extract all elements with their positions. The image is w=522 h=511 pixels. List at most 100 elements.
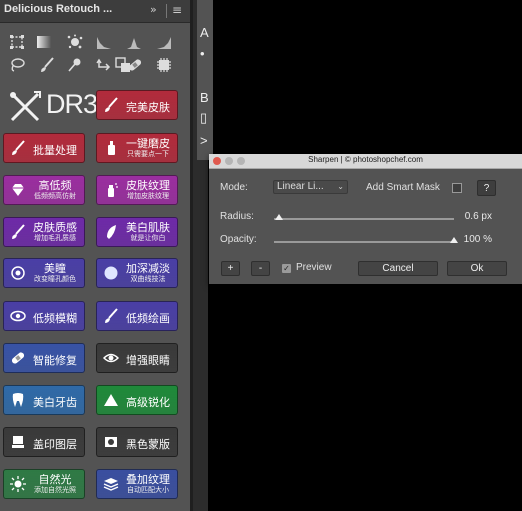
deepen-label: 加深减淡 双曲线技法: [122, 263, 177, 284]
mode-select[interactable]: Linear Li... ⌄: [273, 180, 348, 194]
chip-icon[interactable]: [155, 57, 173, 73]
enhance-eyes-button[interactable]: 增强眼睛: [96, 343, 178, 373]
pin-icon[interactable]: [66, 57, 84, 73]
dialog-titlebar[interactable]: Sharpen | © photoshopchef.com: [209, 154, 522, 169]
ok-button[interactable]: Ok: [447, 261, 507, 276]
natural-light-main-text: 自然光: [38, 473, 72, 486]
preview-checkbox[interactable]: ✓: [282, 264, 291, 273]
black-mask-button[interactable]: 黑色蒙版: [96, 427, 178, 457]
low-paint-button[interactable]: 低频绘画: [96, 301, 178, 331]
bottle-icon: [100, 134, 122, 162]
radius-slider-thumb[interactable]: [275, 214, 284, 220]
overlay-texture-label: 叠加纹理 自动匹配大小: [122, 474, 177, 495]
pupil-label: 美瞳 改变瞳孔颜色: [29, 263, 84, 284]
layers-icon: [100, 470, 122, 498]
skin-texture-label: 皮肤纹理 增加皮肤纹理: [122, 180, 177, 201]
whiten-skin-button[interactable]: 美白肌肤 就是让你白: [96, 217, 178, 247]
low-blur-label: 低频模糊: [29, 307, 84, 326]
swap-icon[interactable]: [95, 57, 113, 73]
overlay-texture-sub-text: 自动匹配大小: [127, 485, 169, 494]
splatter-brush-icon[interactable]: [66, 34, 84, 50]
low-paint-main-text: 低频绘画: [126, 311, 170, 325]
batch-button[interactable]: 批量处理: [3, 133, 85, 163]
bandage-icon[interactable]: [126, 57, 144, 73]
divider-edge: [190, 0, 193, 511]
one-click-button[interactable]: 一键磨皮 只需要点一下: [96, 133, 178, 163]
stamp-label: 盖印图层: [29, 433, 84, 452]
sharpen-button[interactable]: 高级锐化: [96, 385, 178, 415]
low-blur-button[interactable]: 低频模糊: [3, 301, 85, 331]
sharpen-main-text: 高级锐化: [126, 395, 170, 409]
brush-icon[interactable]: [38, 57, 56, 73]
histogram-mid-icon[interactable]: [125, 34, 143, 50]
smart-mask-checkbox[interactable]: [452, 183, 462, 193]
stamp-button[interactable]: 盖印图层: [3, 427, 85, 457]
opacity-label: Opacity:: [220, 234, 257, 245]
collapse-icon[interactable]: »: [150, 3, 157, 16]
whiten-teeth-label: 美白牙齿: [29, 391, 84, 410]
natural-light-sub-text: 添加自然光照: [34, 485, 76, 494]
help-button[interactable]: ?: [477, 180, 496, 196]
smart-mask-label: Add Smart Mask: [366, 182, 440, 193]
sharpen-dialog: Sharpen | © photoshopchef.com Mode: Line…: [209, 154, 522, 284]
mode-select-value: Linear Li...: [277, 181, 324, 192]
dialog-title: Sharpen | © photoshopchef.com: [308, 155, 423, 164]
one-click-label: 一键磨皮 只需要点一下: [122, 138, 177, 159]
gradient-icon[interactable]: [35, 34, 53, 50]
hi-lo-freq-main-text: 高低频: [38, 179, 72, 192]
stamp-main-text: 盖印图层: [33, 437, 77, 451]
delicious-retouch-panel: Delicious Retouch ... » ≡ DR3 完美皮肤 批量处理 …: [0, 0, 190, 511]
triangle-icon: [100, 386, 122, 414]
brush-icon: [100, 302, 122, 330]
perfect-skin-main-text: 完美皮肤: [126, 100, 170, 114]
panel-menu-icon[interactable]: ≡: [172, 3, 182, 17]
paragraph-tool-icon[interactable]: B: [200, 90, 209, 105]
dr3-logo: DR3: [8, 89, 98, 124]
deepen-button[interactable]: 加深减淡 双曲线技法: [96, 258, 178, 288]
brush-icon: [100, 91, 122, 119]
black-mask-main-text: 黑色蒙版: [126, 437, 170, 451]
low-paint-label: 低频绘画: [122, 307, 177, 326]
whiten-teeth-button[interactable]: 美白牙齿: [3, 385, 85, 415]
expand-arrow-icon[interactable]: >: [200, 133, 208, 148]
whiten-teeth-main-text: 美白牙齿: [33, 395, 77, 409]
perfect-skin-label: 完美皮肤: [122, 96, 177, 115]
histogram-low-icon[interactable]: [95, 34, 113, 50]
radius-label: Radius:: [220, 211, 254, 222]
diamond-icon: [7, 176, 29, 204]
panel-header: Delicious Retouch ... » ≡: [0, 0, 190, 23]
radius-slider-track[interactable]: [274, 218, 454, 220]
frame-tool-icon[interactable]: ▯: [200, 110, 207, 126]
overlay-texture-button[interactable]: 叠加纹理 自动匹配大小: [96, 469, 178, 499]
pupil-button[interactable]: 美瞳 改变瞳孔颜色: [3, 258, 85, 288]
add-button[interactable]: +: [221, 261, 240, 276]
opacity-slider-track[interactable]: [274, 241, 454, 243]
enhance-eyes-label: 增强眼睛: [122, 349, 177, 368]
whiten-skin-label: 美白肌肤 就是让你白: [122, 222, 177, 243]
marquee-icon[interactable]: [8, 34, 26, 50]
batch-main-text: 批量处理: [33, 143, 77, 157]
natural-light-button[interactable]: 自然光 添加自然光照: [3, 469, 85, 499]
hi-lo-freq-button[interactable]: 高低频 低频频高仿射: [3, 175, 85, 205]
skin-texture-button[interactable]: 皮肤纹理 增加皮肤纹理: [96, 175, 178, 205]
skin-quality-button[interactable]: 皮肤质感 增加毛孔质感: [3, 217, 85, 247]
eye-icon: [100, 344, 122, 372]
smart-fix-button[interactable]: 智能修复: [3, 343, 85, 373]
dot-tool-icon[interactable]: •: [200, 46, 205, 61]
hi-lo-freq-label: 高低频 低频频高仿射: [29, 180, 84, 201]
perfect-skin-button[interactable]: 完美皮肤: [96, 90, 178, 120]
character-tool-icon[interactable]: A: [200, 25, 209, 40]
cancel-button[interactable]: Cancel: [358, 261, 438, 276]
histogram-high-icon[interactable]: [155, 34, 173, 50]
lasso-icon[interactable]: [8, 57, 26, 73]
mode-label: Mode:: [220, 182, 248, 193]
radius-value: 0.6 px: [464, 211, 492, 222]
pupil-main-text: 美瞳: [44, 262, 66, 275]
smart-fix-main-text: 智能修复: [33, 353, 77, 367]
black-mask-label: 黑色蒙版: [122, 433, 177, 452]
overlay-texture-main-text: 叠加纹理: [126, 473, 170, 486]
deepen-sub-text: 双曲线技法: [130, 274, 166, 283]
tooth-icon: [7, 386, 29, 414]
remove-button[interactable]: -: [251, 261, 270, 276]
eye-blur-icon: [7, 302, 29, 330]
